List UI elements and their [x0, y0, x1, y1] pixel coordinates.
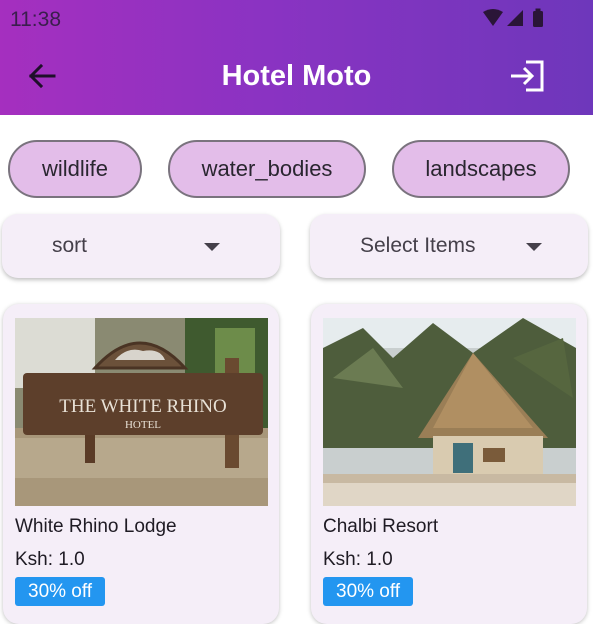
hotel-price: Ksh: 1.0 — [323, 549, 393, 570]
chip-landscapes[interactable]: landscapes — [392, 140, 570, 198]
login-button[interactable] — [507, 56, 547, 96]
discount-badge: 30% off — [323, 577, 414, 606]
status-time: 11:38 — [10, 8, 61, 31]
hotel-price: Ksh: 1.0 — [15, 549, 85, 570]
wifi-icon — [483, 9, 503, 26]
sort-dropdown[interactable]: sort — [2, 214, 280, 278]
caret-down-icon — [204, 243, 220, 251]
category-chips: wildlife water_bodies landscapes — [0, 140, 593, 200]
hotel-card[interactable]: Chalbi Resort Ksh: 1.0 30% off — [311, 304, 587, 624]
status-icons — [483, 8, 543, 27]
items-dropdown[interactable]: Select Items — [310, 214, 588, 278]
hotel-image — [323, 318, 576, 506]
sign-title: THE WHITE RHINO — [59, 396, 226, 417]
sort-dropdown-label: sort — [52, 234, 88, 257]
hotel-name: Chalbi Resort — [323, 516, 439, 537]
app-bar: 11:38 Hotel Moto — [0, 0, 593, 115]
discount-badge: 30% off — [15, 577, 106, 606]
battery-icon — [533, 8, 543, 27]
items-dropdown-label: Select Items — [360, 234, 476, 257]
hotel-name: White Rhino Lodge — [15, 516, 177, 537]
chip-wildlife[interactable]: wildlife — [8, 140, 142, 198]
hotel-image: THE WHITE RHINO HOTEL — [15, 318, 268, 506]
hotel-photo-chalbi — [323, 318, 576, 506]
sign-subtitle: HOTEL — [125, 419, 161, 431]
caret-down-icon — [526, 243, 542, 251]
hotel-photo-white-rhino: THE WHITE RHINO HOTEL — [15, 318, 268, 506]
login-icon — [511, 60, 544, 92]
hotel-card[interactable]: THE WHITE RHINO HOTEL White Rhino Lodge … — [3, 304, 279, 624]
signal-icon — [507, 10, 523, 26]
status-bar: 11:38 — [0, 0, 593, 38]
chip-water-bodies[interactable]: water_bodies — [168, 140, 366, 198]
page-title: Hotel Moto — [221, 60, 372, 92]
toolbar: Hotel Moto — [0, 38, 593, 115]
